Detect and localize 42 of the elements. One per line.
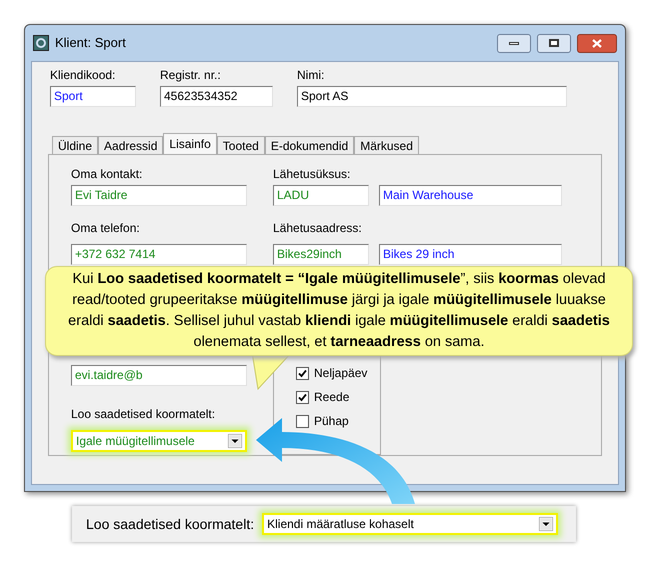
input-field[interactable]: Bikes 29 inch [379, 244, 562, 265]
checkbox-label: Reede [314, 389, 350, 406]
input-field[interactable]: +372 632 7414 [71, 244, 247, 265]
caret-icon [539, 517, 554, 531]
tab[interactable]: Üldine [52, 136, 98, 154]
field-label: Oma telefon: [71, 221, 140, 235]
close-button[interactable] [577, 34, 617, 52]
checkbox[interactable] [296, 366, 309, 380]
field-label: Lähetusüksus: [273, 167, 352, 181]
input-field[interactable]: Sport AS [297, 86, 567, 107]
input-field[interactable]: Bikes29inch [273, 244, 369, 265]
tab[interactable]: Aadressid [98, 136, 164, 154]
input-field[interactable]: evi.taidre@b [71, 365, 247, 386]
checkbox-label: Pühap [314, 413, 349, 430]
caret-icon [228, 434, 242, 448]
tab[interactable]: Tooted [216, 136, 265, 154]
callout-text: Kui Loo saadetised koormatelt = “Igale müügitellimusele”, siis koormas olevad read/tooted grupeeritakse müügitellimuse järgi ja igale müügitellimusele luuakse eraldi saadetis. Sellisel juhul vastab kliendi igale müügitellimusele eraldi saadetis olenemata sellest, et tarneaadress on sama. [67, 270, 611, 352]
close-icon [592, 38, 602, 48]
field-label: Kliendikood: [50, 68, 116, 82]
field-label: Nimi: [297, 68, 326, 82]
field-label: Registr. nr.: [160, 68, 222, 82]
input-field[interactable]: 45623534352 [160, 86, 273, 107]
checkbox-label: Neljapäev [314, 365, 368, 382]
window-title: Klient: Sport [55, 34, 127, 52]
input-field[interactable]: Main Warehouse [379, 185, 562, 206]
field-label: Loo saadetised koormatelt: [86, 514, 254, 534]
field-label: Oma kontakt: [71, 167, 144, 181]
app-icon [33, 35, 49, 51]
dropdown[interactable]: Igale müügitellimusele [71, 430, 247, 452]
minimize-button[interactable] [497, 34, 531, 52]
input-field[interactable]: Sport [50, 86, 136, 107]
tab[interactable]: E-dokumendid [264, 136, 354, 154]
tab[interactable]: Lisainfo [163, 133, 217, 154]
maximize-button[interactable] [537, 34, 571, 52]
tab[interactable]: Märkused [354, 136, 419, 154]
input-field[interactable]: LADU [273, 185, 369, 206]
field-label: Lähetusaadress: [273, 221, 362, 235]
checkbox[interactable] [296, 390, 309, 404]
field-label: Loo saadetised koormatelt: [71, 407, 216, 421]
input-field[interactable]: Evi Taidre [71, 185, 247, 206]
checkbox[interactable] [296, 414, 309, 428]
dropdown[interactable]: Kliendi määratluse kohaselt [262, 513, 558, 535]
